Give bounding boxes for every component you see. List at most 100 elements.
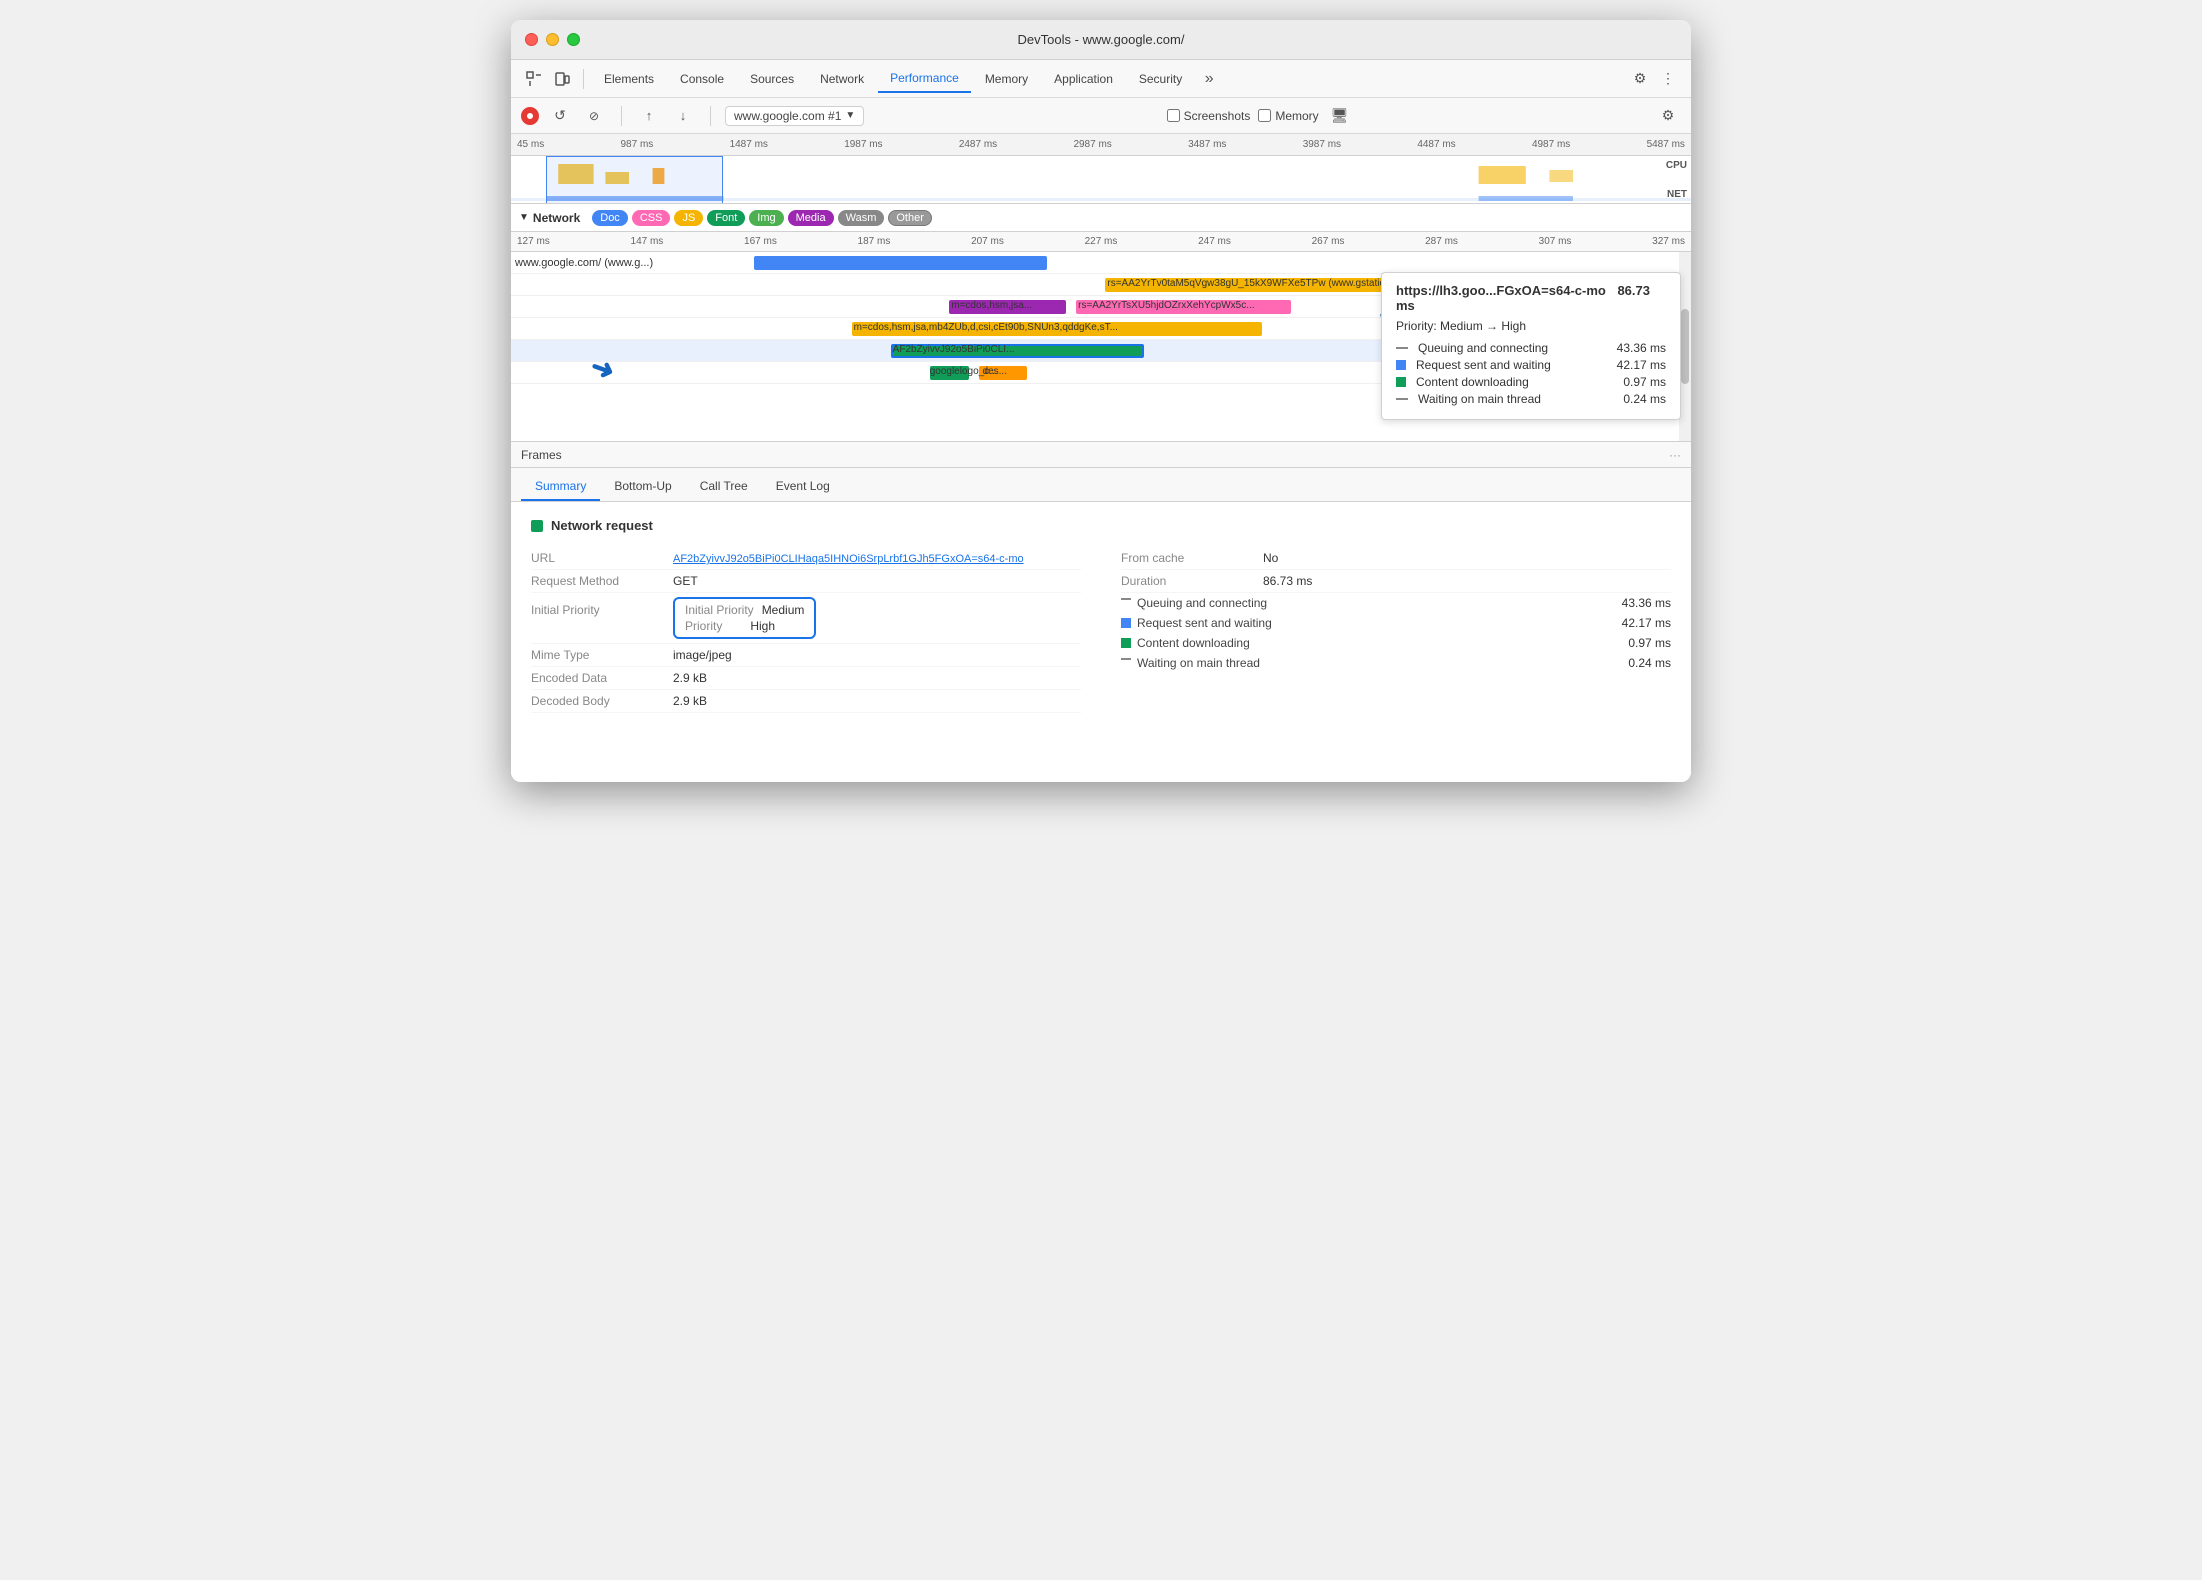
url-value: AF2bZyivvJ92o5BiPi0CLIHaqa5IHNOi6SrpLrbf… — [673, 551, 1024, 565]
stop-button[interactable]: ⊘ — [581, 103, 607, 129]
priority-outline-box: Initial Priority Medium Priority High — [673, 597, 816, 639]
ms-3: 187 ms — [858, 236, 891, 247]
tooltip-title: https://lh3.goo...FGxOA=s64-c-mo 86.73 m… — [1396, 283, 1666, 313]
tab-application[interactable]: Application — [1042, 66, 1125, 92]
tab-security[interactable]: Security — [1127, 66, 1194, 92]
ruler-mark-10: 5487 ms — [1647, 139, 1685, 150]
method-value: GET — [673, 574, 698, 588]
content-dot — [1121, 638, 1131, 648]
filter-js[interactable]: JS — [674, 210, 703, 226]
queuing-dot — [1121, 598, 1131, 608]
more-tabs-icon[interactable]: » — [1196, 66, 1222, 92]
ruler-mark-7: 3987 ms — [1303, 139, 1341, 150]
filter-font[interactable]: Font — [707, 210, 745, 226]
tab-sources[interactable]: Sources — [738, 66, 806, 92]
screenshots-checkbox[interactable]: Screenshots — [1167, 109, 1251, 123]
ms-7: 267 ms — [1312, 236, 1345, 247]
initial-priority-label-inner: Initial Priority — [685, 603, 754, 617]
tab-memory[interactable]: Memory — [973, 66, 1040, 92]
main-toolbar: Elements Console Sources Network Perform… — [511, 60, 1691, 98]
wf-label-0: www.google.com/ (www.g...) — [515, 257, 715, 269]
filter-doc[interactable]: Doc — [592, 210, 628, 226]
settings-perf-icon[interactable]: ⚙ — [1655, 103, 1681, 129]
minimize-button[interactable] — [546, 33, 559, 46]
ruler-mark-8: 4487 ms — [1417, 139, 1455, 150]
priority-row: Priority High — [685, 619, 804, 633]
queuing-icon — [1396, 347, 1408, 349]
btab-calltree[interactable]: Call Tree — [686, 473, 762, 501]
detail-initial-priority: Initial Priority Initial Priority Medium… — [531, 593, 1081, 644]
duration-value: 86.73 ms — [1263, 574, 1312, 588]
decoded-value: 2.9 kB — [673, 694, 707, 708]
memory-profile-icon[interactable]: 🖥 — [1327, 103, 1353, 129]
close-button[interactable] — [525, 33, 538, 46]
record-bar: ↺ ⊘ ↑ ↓ www.google.com #1 ▼ Screenshots … — [511, 98, 1691, 134]
cpu-label: CPU — [1666, 160, 1687, 171]
filter-css[interactable]: CSS — [632, 210, 671, 226]
tooltip-row-3: Waiting on main thread 0.24 ms — [1396, 392, 1666, 406]
memory-checkbox[interactable]: Memory — [1258, 109, 1318, 123]
scroll-thumb[interactable] — [1681, 309, 1689, 385]
detail-duration: Duration 86.73 ms — [1121, 570, 1671, 593]
tooltip-row-1: Request sent and waiting 42.17 ms — [1396, 358, 1666, 372]
url-dropdown-icon: ▼ — [845, 110, 855, 121]
content-icon — [1396, 377, 1406, 387]
url-link[interactable]: AF2bZyivvJ92o5BiPi0CLIHaqa5IHNOi6SrpLrbf… — [673, 553, 1024, 565]
tab-network[interactable]: Network — [808, 66, 876, 92]
sep3 — [710, 106, 711, 126]
filter-other[interactable]: Other — [888, 210, 932, 226]
ms-0: 127 ms — [517, 236, 550, 247]
device-icon[interactable] — [549, 66, 575, 92]
ms-8: 287 ms — [1425, 236, 1458, 247]
frames-more-icon: ··· — [1669, 448, 1681, 462]
record-button[interactable] — [521, 107, 539, 125]
url-selector[interactable]: www.google.com #1 ▼ — [725, 106, 864, 126]
ruler-mark-9: 4987 ms — [1532, 139, 1570, 150]
filter-wasm[interactable]: Wasm — [838, 210, 885, 226]
window-title: DevTools - www.google.com/ — [1018, 32, 1185, 47]
net-label: NET — [1667, 189, 1687, 200]
url-label: URL — [531, 551, 661, 565]
tab-elements[interactable]: Elements — [592, 66, 666, 92]
ms-4: 207 ms — [971, 236, 1004, 247]
summary-left: URL AF2bZyivvJ92o5BiPi0CLIHaqa5IHNOi6Srp… — [531, 547, 1081, 713]
download-button[interactable]: ↓ — [670, 103, 696, 129]
method-label: Request Method — [531, 574, 661, 588]
ruler-mark-0: 45 ms — [517, 139, 544, 150]
request-dot — [1121, 618, 1131, 628]
filter-img[interactable]: Img — [749, 210, 783, 226]
reload-button[interactable]: ↺ — [547, 103, 573, 129]
timeline-tracks[interactable]: CPU NET — [511, 156, 1691, 204]
wf-row-0[interactable]: www.google.com/ (www.g...) — [511, 252, 1691, 274]
timeline-ruler: 45 ms 987 ms 1487 ms 1987 ms 2487 ms 298… — [511, 134, 1691, 156]
btab-eventlog[interactable]: Event Log — [762, 473, 844, 501]
ms-10: 327 ms — [1652, 236, 1685, 247]
detail-fromcache: From cache No — [1121, 547, 1671, 570]
btab-bottomup[interactable]: Bottom-Up — [600, 473, 685, 501]
detail-decoded: Decoded Body 2.9 kB — [531, 690, 1081, 713]
inspector-icon[interactable] — [521, 66, 547, 92]
ruler-mark-3: 1987 ms — [844, 139, 882, 150]
waterfall: www.google.com/ (www.g...) rs=AA2YrTv0ta… — [511, 252, 1691, 442]
btab-summary[interactable]: Summary — [521, 473, 600, 501]
request-icon — [1396, 360, 1406, 370]
tab-performance[interactable]: Performance — [878, 65, 971, 93]
tab-console[interactable]: Console — [668, 66, 736, 92]
ruler-mark-6: 3487 ms — [1188, 139, 1226, 150]
green-square-icon — [531, 520, 543, 532]
tooltip: https://lh3.goo...FGxOA=s64-c-mo 86.73 m… — [1381, 272, 1681, 420]
ms-9: 307 ms — [1539, 236, 1572, 247]
initial-priority-value: Initial Priority Medium Priority High — [673, 597, 816, 639]
ms-5: 227 ms — [1085, 236, 1118, 247]
network-filter-row: ▼ Network Doc CSS JS Font Img Media Wasm… — [511, 204, 1691, 232]
ruler-mark-1: 987 ms — [621, 139, 654, 150]
detail-encoded: Encoded Data 2.9 kB — [531, 667, 1081, 690]
maximize-button[interactable] — [567, 33, 580, 46]
settings-icon[interactable]: ⚙ — [1627, 66, 1653, 92]
more-options-icon[interactable]: ⋮ — [1655, 66, 1681, 92]
frames-label: Frames — [521, 448, 562, 462]
filter-media[interactable]: Media — [788, 210, 834, 226]
titlebar: DevTools - www.google.com/ — [511, 20, 1691, 60]
upload-button[interactable]: ↑ — [636, 103, 662, 129]
frames-bar: Frames ··· — [511, 442, 1691, 468]
